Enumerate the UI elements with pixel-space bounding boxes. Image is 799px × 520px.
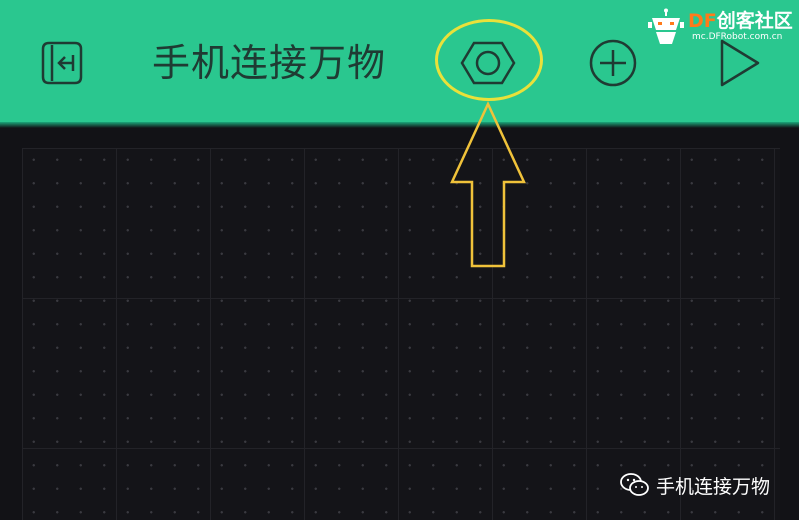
exit-door-icon <box>41 41 83 85</box>
add-widget-button[interactable] <box>578 30 648 96</box>
wechat-watermark: 手机连接万物 <box>620 468 790 502</box>
widget-canvas-grid[interactable] <box>22 148 780 520</box>
robot-logo-icon <box>648 8 684 44</box>
settings-highlight-ring <box>435 19 543 101</box>
wechat-icon <box>620 473 649 496</box>
dfrobot-community-logo: DF创客社区 mc.DFRobot.com.cn <box>646 4 794 52</box>
back-button[interactable] <box>28 30 98 96</box>
watermark-text: 手机连接万物 <box>656 475 771 498</box>
logo-brand-accent: DF <box>688 10 717 32</box>
plus-circle-icon <box>589 39 637 87</box>
project-title: 手机连接万物 <box>152 41 387 85</box>
logo-brand-text: DF创客社区 <box>688 6 793 33</box>
pointer-arrow-icon <box>450 101 526 268</box>
logo-brand-rest: 创客社区 <box>716 10 793 32</box>
app-toolbar: 手机连接万物 DF创客社区 mc.DFRobot.com.cn <box>0 0 799 126</box>
toolbar-shadow <box>0 122 799 128</box>
logo-subtitle: mc.DFRobot.com.cn <box>692 32 783 42</box>
